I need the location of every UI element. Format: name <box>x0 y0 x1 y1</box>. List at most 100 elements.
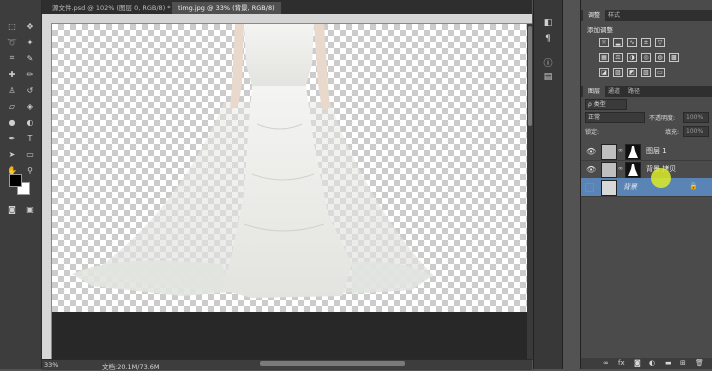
tab-channels-label: 通道 <box>608 88 621 95</box>
hue-saturation-icon[interactable]: ▦ <box>599 53 609 62</box>
info-panel-icon[interactable]: ⓘ <box>541 56 555 69</box>
link-layers-icon[interactable]: ∞ <box>603 359 609 367</box>
selective-color-icon[interactable]: ▧ <box>641 68 651 77</box>
pasteboard <box>52 312 527 359</box>
doc-size: 文档:20.1M/73.6M <box>102 363 160 371</box>
color-balance-icon[interactable]: ⚖ <box>613 53 623 62</box>
lasso-tool-icon[interactable]: ➰ <box>5 36 19 48</box>
tab-label: timg.jpg @ 33% (背景, RGB/8) <box>178 4 275 12</box>
exposure-icon[interactable]: ± <box>641 38 651 47</box>
zoom-level[interactable]: 33% <box>44 361 58 369</box>
layer-thumbnail <box>601 162 617 178</box>
eyedropper-icon[interactable]: ✎ <box>23 52 37 64</box>
layers-tabs: 图层 通道 路径 <box>581 86 712 97</box>
opacity-input[interactable]: 100% <box>683 112 709 123</box>
zoom-tool-icon[interactable]: ⚲ <box>23 164 37 176</box>
layer-mask-thumbnail[interactable] <box>625 162 641 178</box>
tab-paths[interactable]: 路径 <box>623 86 645 97</box>
lock-label: 锁定: <box>585 129 600 136</box>
screen-mode-icon[interactable]: ▣ <box>23 203 37 215</box>
visibility-eye-icon[interactable]: 👁 <box>586 147 596 156</box>
tab-channels[interactable]: 通道 <box>603 86 625 97</box>
tab-timg-jpg[interactable]: timg.jpg @ 33% (背景, RGB/8) <box>172 2 281 14</box>
tab-styles[interactable]: 样式 <box>603 10 625 21</box>
document-canvas[interactable] <box>52 24 527 312</box>
opacity-label: 不透明度: <box>649 115 676 122</box>
lock-icon[interactable]: 🔒 <box>689 182 698 190</box>
document-tab-bar: 源文件.psd @ 102% (图层 0, RGB/8) * timg.jpg … <box>42 0 532 15</box>
history-brush-icon[interactable]: ↺ <box>23 84 37 96</box>
vibrance-icon[interactable]: ▽ <box>655 38 665 47</box>
move-tool-icon[interactable]: ✥ <box>23 20 37 32</box>
layer-name[interactable]: 背景 <box>623 182 637 192</box>
new-group-icon[interactable]: ▬ <box>665 359 672 367</box>
pen-tool-icon[interactable]: ✒ <box>5 132 19 144</box>
tab-label: 源文件.psd @ 102% (图层 0, RGB/8) * <box>52 4 171 12</box>
new-layer-icon[interactable]: ⊞ <box>680 359 686 367</box>
paint-bucket-icon[interactable]: ◈ <box>23 100 37 112</box>
healing-brush-icon[interactable]: ✚ <box>5 68 19 80</box>
right-panels: 调整 样式 添加调整 ☼ ▂ ∿ ± ▽ ▦ ⚖ ◑ ◎ ◍ ▩ ◪ ▨ ◩ ▧… <box>580 0 712 369</box>
black-white-icon[interactable]: ◑ <box>627 53 637 62</box>
foreground-color-swatch[interactable] <box>9 174 22 187</box>
tab-adjustments-label: 调整 <box>588 12 601 19</box>
levels-icon[interactable]: ▂ <box>613 38 623 47</box>
history-panel-icon[interactable]: ◧ <box>541 18 555 29</box>
blend-mode-select[interactable]: 正常 <box>585 112 645 123</box>
invert-icon[interactable]: ◪ <box>599 68 609 77</box>
layer-style-icon[interactable]: fx <box>618 359 625 367</box>
layer-row[interactable]: 👁 ∞ 图层 1 <box>581 142 712 161</box>
horizontal-scroll-thumb[interactable] <box>260 361 405 366</box>
add-mask-icon[interactable]: ◙ <box>634 359 641 367</box>
curves-icon[interactable]: ∿ <box>627 38 637 47</box>
chain-link-icon[interactable]: ∞ <box>618 147 623 154</box>
gradient-map-icon[interactable]: ▭ <box>655 68 665 77</box>
tab-styles-label: 样式 <box>608 12 621 19</box>
brightness-icon[interactable]: ☼ <box>599 38 609 47</box>
cursor-highlight <box>651 168 671 188</box>
path-select-icon[interactable]: ➤ <box>5 148 19 160</box>
layer-thumbnail <box>601 144 617 160</box>
blur-tool-icon[interactable]: ● <box>5 116 19 128</box>
marquee-tool-icon[interactable]: ⬚ <box>5 20 19 32</box>
collapsed-panel-dock: ◧ ¶ ⓘ ▤ <box>533 0 563 369</box>
tab-layers-label: 图层 <box>588 88 601 95</box>
visibility-eye-icon[interactable]: 👁 <box>586 165 596 174</box>
threshold-icon[interactable]: ◩ <box>627 68 637 77</box>
adjustments-tabs: 调整 样式 <box>581 10 712 21</box>
layer-name[interactable]: 图层 1 <box>646 146 667 156</box>
add-adjustment-title: 添加调整 <box>587 26 613 34</box>
type-tool-icon[interactable]: T <box>23 132 37 144</box>
tab-paths-label: 路径 <box>628 88 641 95</box>
new-adjustment-icon[interactable]: ◐ <box>649 359 655 367</box>
brush-panel-icon[interactable]: ▤ <box>541 72 555 83</box>
posterize-icon[interactable]: ▨ <box>613 68 623 77</box>
layer-mask-thumbnail[interactable] <box>625 144 641 160</box>
tab-adjustments[interactable]: 调整 <box>583 10 606 21</box>
tab-layers[interactable]: 图层 <box>583 86 606 97</box>
tab-source-psd[interactable]: 源文件.psd @ 102% (图层 0, RGB/8) * <box>46 2 177 14</box>
dodge-tool-icon[interactable]: ◐ <box>23 116 37 128</box>
properties-panel-icon[interactable]: ¶ <box>541 34 555 45</box>
channel-mixer-icon[interactable]: ◍ <box>655 53 665 62</box>
fill-input[interactable]: 100% <box>683 126 709 137</box>
layer-filter-select[interactable]: ρ 类型 <box>585 99 627 110</box>
eraser-tool-icon[interactable]: ▱ <box>5 100 19 112</box>
crop-tool-icon[interactable]: ⌗ <box>5 52 19 64</box>
chain-link-icon[interactable]: ∞ <box>618 165 623 172</box>
shape-tool-icon[interactable]: ▭ <box>23 148 37 160</box>
brush-tool-icon[interactable]: ✏ <box>23 68 37 80</box>
magic-wand-icon[interactable]: ✦ <box>23 36 37 48</box>
layers-footer: ∞ fx ◙ ◐ ▬ ⊞ 🗑 <box>581 358 712 369</box>
vertical-scroll-thumb[interactable] <box>528 26 532 126</box>
visibility-toggle-empty[interactable] <box>585 183 594 192</box>
vertical-ruler <box>42 23 52 359</box>
layer-row-selected[interactable]: 背景 🔒 <box>581 178 712 197</box>
delete-layer-icon[interactable]: 🗑 <box>695 359 704 367</box>
quick-mask-icon[interactable]: ◙ <box>5 203 19 215</box>
layer-row[interactable]: 👁 ∞ 背景 拷贝 <box>581 160 712 179</box>
stamp-tool-icon[interactable]: ♙ <box>5 84 19 96</box>
wedding-dress-image <box>72 24 434 298</box>
photo-filter-icon[interactable]: ◎ <box>641 53 651 62</box>
color-lookup-icon[interactable]: ▩ <box>669 53 679 62</box>
